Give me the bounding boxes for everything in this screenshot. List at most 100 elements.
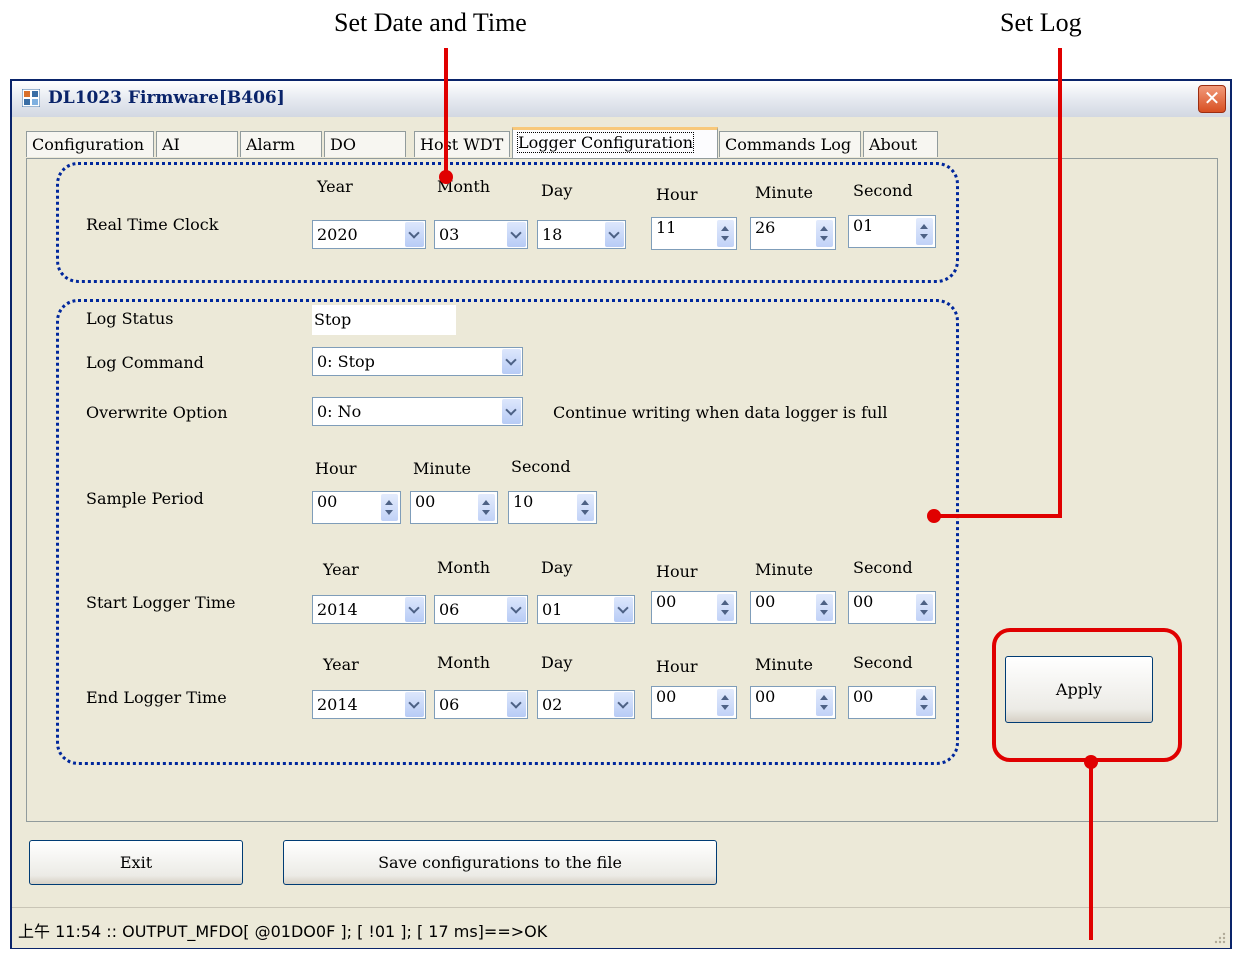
end-logger-label: End Logger Time [86,688,227,707]
callout-line-apply [1089,760,1093,940]
end-hour-spinner[interactable]: 00 [651,686,737,719]
spin-arrows-icon[interactable] [717,594,734,621]
tab-host-wdt[interactable]: Host WDT [414,131,510,157]
spin-arrows-icon[interactable] [478,494,495,521]
spin-arrows-icon[interactable] [816,689,833,716]
apply-highlight-box [992,628,1182,762]
title-bar: DL1023 Firmware[B406] ✕ [12,81,1230,117]
spin-arrows-icon[interactable] [816,220,833,247]
end-year-select[interactable]: 2014 [312,690,426,719]
sample-minute-header: Minute [413,459,472,478]
start-month-select[interactable]: 06 [434,595,528,624]
rtc-second-header: Second [853,181,913,200]
start-day-select[interactable]: 01 [537,595,635,624]
callout-line-log-vertical [1058,48,1062,518]
rtc-label: Real Time Clock [86,215,219,234]
spin-arrows-icon[interactable] [717,689,734,716]
start-month-header: Month [437,558,491,577]
start-year-header: Year [323,560,359,579]
rtc-hour-value: 11 [656,218,677,237]
tab-ai[interactable]: AI [156,131,238,157]
rtc-day-select[interactable]: 18 [537,220,626,249]
sample-hour-value: 00 [317,492,338,511]
spin-arrows-icon[interactable] [916,594,933,621]
sample-minute-spinner[interactable]: 00 [410,491,498,524]
end-year-value: 2014 [317,695,358,714]
log-command-select[interactable]: 0: Stop [312,347,523,376]
chevron-down-icon[interactable] [614,692,633,717]
spin-arrows-icon[interactable] [577,494,594,521]
rtc-hour-spinner[interactable]: 11 [651,217,737,250]
sample-second-value: 10 [513,492,534,511]
log-command-value: 0: Stop [317,352,375,371]
sample-hour-spinner[interactable]: 00 [312,491,401,524]
spin-arrows-icon[interactable] [916,689,933,716]
start-year-select[interactable]: 2014 [312,595,426,624]
resize-grip-icon[interactable] [1212,930,1226,944]
sample-minute-value: 00 [415,492,436,511]
save-config-button[interactable]: Save configurations to the file [283,840,717,885]
spin-arrows-icon[interactable] [816,594,833,621]
exit-button[interactable]: Exit [29,840,243,885]
callout-line-datetime [444,48,448,178]
start-second-header: Second [853,558,913,577]
spin-arrows-icon[interactable] [916,218,933,245]
callout-dot-log [927,509,941,523]
chevron-down-icon[interactable] [507,597,526,622]
log-command-label: Log Command [86,353,204,372]
end-month-select[interactable]: 06 [434,690,528,719]
end-second-spinner[interactable]: 00 [848,686,936,719]
tab-do[interactable]: DO [324,131,406,157]
tab-configuration[interactable]: Configuration [26,131,154,157]
overwrite-select[interactable]: 0: No [312,397,523,426]
tab-alarm[interactable]: Alarm [240,131,322,157]
start-minute-spinner[interactable]: 00 [750,591,836,624]
tab-logger-configuration[interactable]: Logger Configuration [512,127,718,158]
end-day-value: 02 [542,695,563,714]
start-day-header: Day [541,558,573,577]
chevron-down-icon[interactable] [507,692,526,717]
status-text: 上午 11:54 :: OUTPUT_MFDO[ @01DO0F ]; [ !0… [18,922,548,941]
start-second-spinner[interactable]: 00 [848,591,936,624]
tab-logger-configuration-label: Logger Configuration [516,132,695,153]
chevron-down-icon[interactable] [614,597,633,622]
rtc-month-value: 03 [439,225,460,244]
chevron-down-icon[interactable] [405,597,424,622]
rtc-hour-header: Hour [656,185,698,204]
rtc-day-value: 18 [542,225,563,244]
chevron-down-icon[interactable] [405,692,424,717]
start-hour-header: Hour [656,562,698,581]
spin-arrows-icon[interactable] [381,494,398,521]
end-day-select[interactable]: 02 [537,690,635,719]
end-month-value: 06 [439,695,460,714]
sample-second-header: Second [511,457,571,476]
overwrite-value: 0: No [317,402,362,421]
sample-hour-header: Hour [315,459,357,478]
start-month-value: 06 [439,600,460,619]
end-second-value: 00 [853,687,874,706]
chevron-down-icon[interactable] [605,222,624,247]
start-second-value: 00 [853,592,874,611]
chevron-down-icon[interactable] [502,349,521,374]
start-hour-spinner[interactable]: 00 [651,591,737,624]
start-year-value: 2014 [317,600,358,619]
rtc-second-spinner[interactable]: 01 [848,215,936,248]
rtc-minute-header: Minute [755,183,814,202]
chevron-down-icon[interactable] [507,222,526,247]
sample-second-spinner[interactable]: 10 [508,491,597,524]
rtc-second-value: 01 [853,216,874,235]
rtc-minute-value: 26 [755,218,776,237]
chevron-down-icon[interactable] [405,222,424,247]
callout-line-log-horizontal [936,514,1062,518]
rtc-year-header: Year [317,177,353,196]
end-hour-header: Hour [656,657,698,676]
rtc-minute-spinner[interactable]: 26 [750,217,836,250]
rtc-month-select[interactable]: 03 [434,220,528,249]
tab-commands-log[interactable]: Commands Log [719,131,861,157]
tab-about[interactable]: About [863,131,938,157]
spin-arrows-icon[interactable] [717,220,734,247]
chevron-down-icon[interactable] [502,399,521,424]
rtc-year-select[interactable]: 2020 [312,220,426,249]
end-minute-spinner[interactable]: 00 [750,686,836,719]
close-button[interactable]: ✕ [1198,85,1226,113]
